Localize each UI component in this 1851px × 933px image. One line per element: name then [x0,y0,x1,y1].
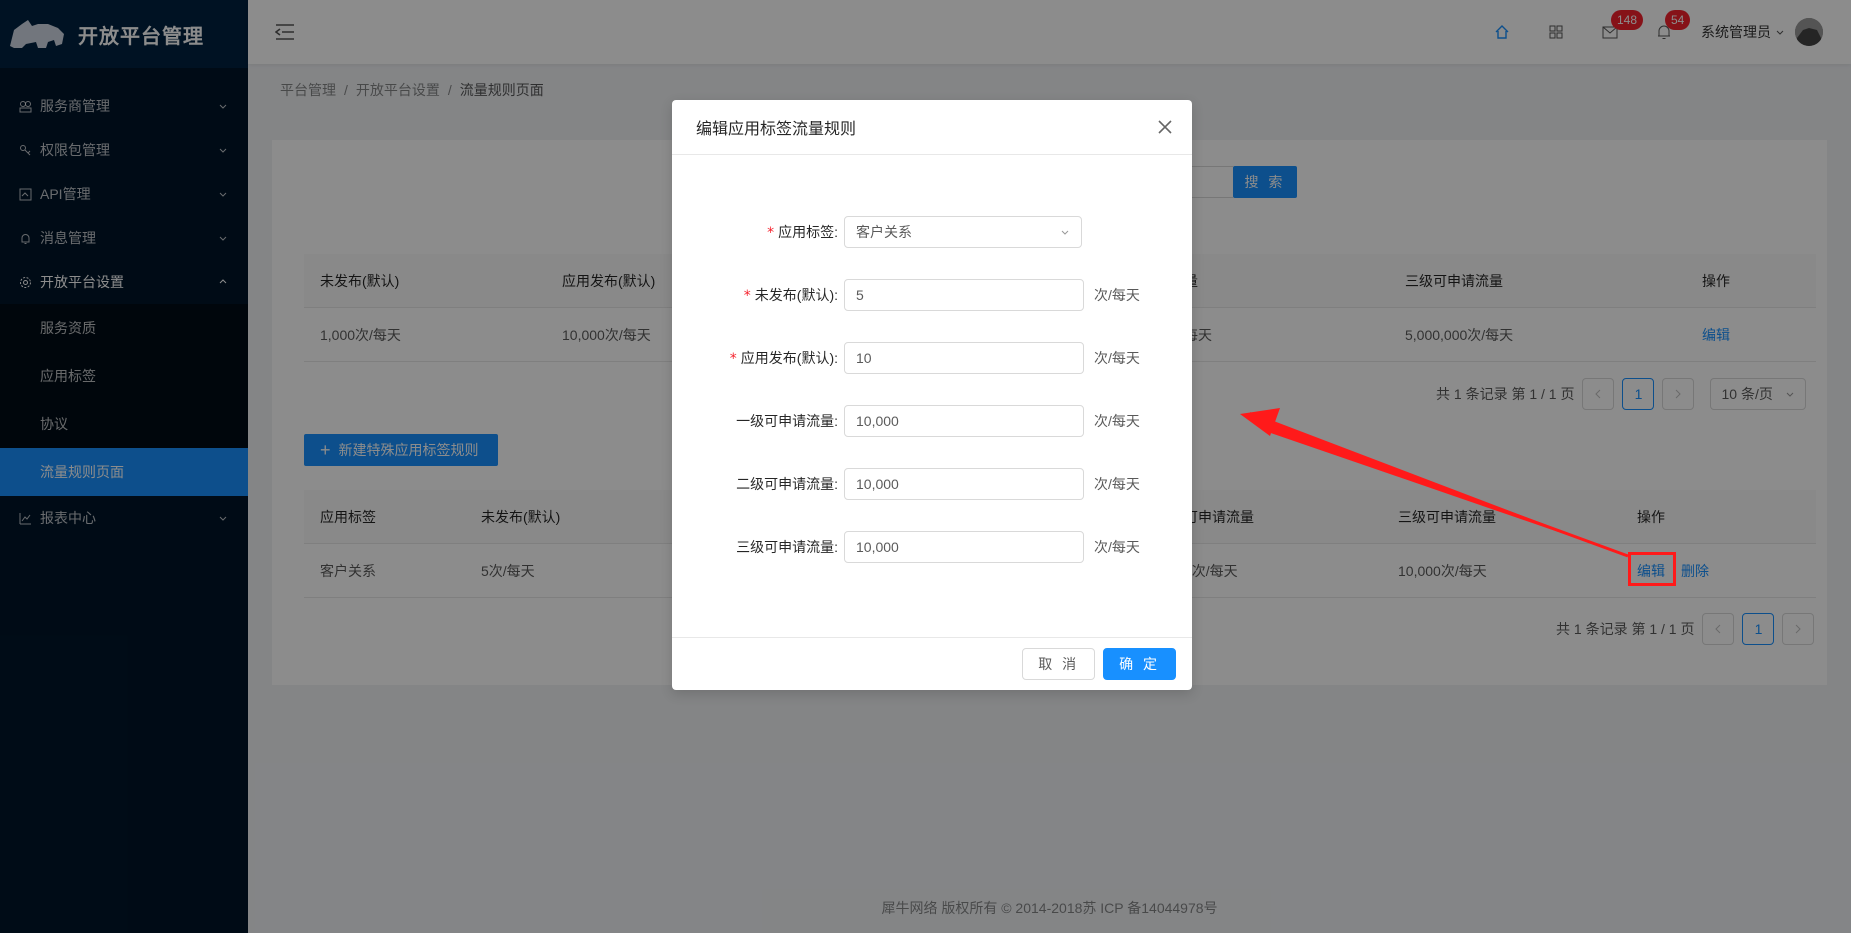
form-label: 二级可申请流量: [736,476,838,492]
form-row-app-tag: * 应用标签: 客户关系 [672,215,1192,249]
unit-label: 次/每天 [1094,287,1140,303]
edit-traffic-rule-modal: 编辑应用标签流量规则 * 应用标签: 客户关系 * 未发布(默认): 5 次/每天 … [672,100,1192,690]
form-row-level1: 一级可申请流量: 10,000 次/每天 [672,404,1192,438]
app-tag-select[interactable]: 客户关系 [844,216,1082,248]
modal-header: 编辑应用标签流量规则 [672,100,1192,155]
unpublished-default-input[interactable]: 5 [844,279,1084,311]
modal-footer: 取 消 确 定 [672,637,1192,690]
annotation-highlight-box [1628,552,1676,586]
form-label: * 未发布(默认): [743,287,838,304]
modal-body: * 应用标签: 客户关系 * 未发布(默认): 5 次/每天 * 应用发布(默认): … [672,155,1192,637]
modal-title: 编辑应用标签流量规则 [696,121,857,138]
close-icon[interactable] [1156,118,1174,136]
unit-label: 次/每天 [1094,413,1140,429]
chevron-down-icon [1061,230,1069,235]
form-row-level2: 二级可申请流量: 10,000 次/每天 [672,467,1192,501]
select-value: 客户关系 [856,224,912,240]
form-label: 一级可申请流量: [736,413,838,429]
level3-traffic-input[interactable]: 10,000 [844,531,1084,563]
form-label: * 应用标签: [767,224,838,241]
form-row-level3: 三级可申请流量: 10,000 次/每天 [672,530,1192,564]
published-default-input[interactable]: 10 [844,342,1084,374]
form-label: 三级可申请流量: [736,539,838,555]
level2-traffic-input[interactable]: 10,000 [844,468,1084,500]
cancel-button[interactable]: 取 消 [1022,648,1096,680]
form-label: * 应用发布(默认): [729,350,838,367]
form-row-unpublished: * 未发布(默认): 5 次/每天 [672,278,1192,312]
unit-label: 次/每天 [1094,476,1140,492]
ok-button[interactable]: 确 定 [1103,648,1176,680]
unit-label: 次/每天 [1094,539,1140,555]
form-row-published: * 应用发布(默认): 10 次/每天 [672,341,1192,375]
level1-traffic-input[interactable]: 10,000 [844,405,1084,437]
unit-label: 次/每天 [1094,350,1140,366]
